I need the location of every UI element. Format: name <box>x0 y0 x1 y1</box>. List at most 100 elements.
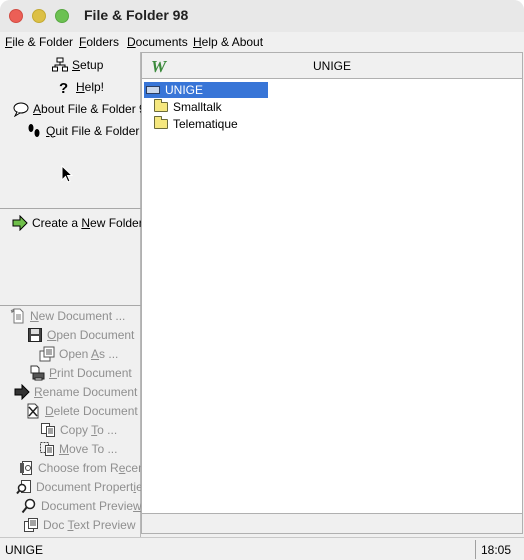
app-window: File & Folder 98 File & Folder Folders D… <box>0 0 524 560</box>
mnemonic: R <box>34 384 43 399</box>
mnemonic: S <box>72 57 81 72</box>
help-button[interactable]: ? Help! <box>56 77 104 96</box>
copy-document-icon <box>40 422 56 438</box>
arrow-right-icon <box>14 383 30 400</box>
pane-divider <box>0 208 141 209</box>
print-document-button[interactable]: Print Document <box>29 363 132 382</box>
question-mark-icon: ? <box>56 79 72 95</box>
status-bar: UNIGE 18:05 <box>0 537 524 560</box>
menu-mnemonic: D <box>127 35 136 49</box>
menu-help-about[interactable]: Help & About <box>193 35 263 49</box>
new-document-button[interactable]: New Document ... <box>10 306 125 325</box>
choose-recent-button[interactable]: Choose from Recent <box>18 458 148 477</box>
tree-node-folder[interactable]: Telematique <box>154 116 238 132</box>
close-window-button[interactable] <box>9 9 23 23</box>
label: Copy <box>60 422 92 437</box>
copy-to-button[interactable]: Copy To ... <box>40 420 117 439</box>
mnemonic: H <box>76 79 85 94</box>
tree-node-label: UNIGE <box>165 83 204 97</box>
label: etup <box>80 57 104 72</box>
rename-document-button[interactable]: Rename Document ... <box>14 382 151 401</box>
label: o ... <box>97 422 118 437</box>
label: Choose from R <box>38 460 119 475</box>
label: Create a <box>32 215 82 230</box>
document-preview-button[interactable]: Document Preview <box>21 496 142 515</box>
tree-node-folder[interactable]: Smalltalk <box>154 99 222 115</box>
label: bout File & Folder 98 <box>41 101 153 116</box>
label: pen Document <box>56 327 135 342</box>
mnemonic: N <box>81 215 91 230</box>
setup-button[interactable]: Setup <box>52 55 103 74</box>
footprints-icon <box>26 123 42 139</box>
tree-node-label: Telematique <box>173 117 238 131</box>
magnifier-icon <box>21 498 37 514</box>
folder-icon <box>154 116 168 129</box>
label: rint Document <box>57 365 132 380</box>
document-properties-button[interactable]: Document Properties <box>16 477 149 496</box>
delete-document-button[interactable]: Delete Document <box>25 401 138 420</box>
quit-button[interactable]: Quit File & Folder <box>26 121 139 140</box>
menu-label: ile & Folder <box>12 35 74 49</box>
svg-text:?: ? <box>59 80 68 95</box>
move-to-button[interactable]: Move To ... <box>39 439 117 458</box>
printer-icon <box>29 365 45 381</box>
status-separator <box>475 540 476 559</box>
current-folder-title: UNIGE <box>312 59 351 73</box>
label: uit File & Folder <box>55 123 140 138</box>
menu-file-folder[interactable]: File & Folder <box>5 35 73 49</box>
menu-label: olders <box>86 35 120 49</box>
menu-label: ocuments <box>135 35 188 49</box>
folder-tree[interactable]: UNIGE Smalltalk Telematique <box>141 79 523 513</box>
status-clock: 18:05 <box>481 543 512 557</box>
new-document-icon <box>10 308 26 324</box>
minimize-window-button[interactable] <box>32 9 46 23</box>
doc-text-preview-button[interactable]: Doc Text Preview <box>23 515 136 534</box>
menu-bar: File & Folder Folders Documents Help & A… <box>0 32 524 52</box>
menu-folders[interactable]: Folders <box>79 35 119 49</box>
zoom-window-button[interactable] <box>55 9 69 23</box>
label: Document Previe <box>41 498 134 513</box>
horizontal-scrollbar[interactable] <box>141 513 523 534</box>
drive-icon <box>146 86 160 94</box>
text-preview-icon <box>23 517 39 533</box>
label: Doc <box>43 517 68 532</box>
mnemonic: A <box>33 101 42 116</box>
floppy-disk-icon <box>27 327 43 343</box>
about-button[interactable]: About File & Folder 98 <box>13 99 152 118</box>
title-bar: File & Folder 98 <box>0 0 524 32</box>
mouse-pointer-icon <box>61 165 73 183</box>
move-document-icon <box>39 441 55 457</box>
mnemonic: N <box>30 308 39 323</box>
menu-label: elp & About <box>201 35 264 49</box>
label: ew Document ... <box>38 308 126 323</box>
mnemonic: O <box>47 327 57 342</box>
folder-icon <box>154 99 168 112</box>
menu-documents[interactable]: Documents <box>127 35 188 49</box>
mnemonic: D <box>45 403 54 418</box>
tree-node-root[interactable]: UNIGE <box>144 82 268 98</box>
mnemonic: M <box>59 441 69 456</box>
menu-mnemonic: H <box>193 35 202 49</box>
label: ove To ... <box>69 441 118 456</box>
mnemonic: A <box>91 346 100 361</box>
label: ename Document ... <box>42 384 151 399</box>
delete-document-icon <box>25 403 41 419</box>
recent-documents-icon <box>18 460 34 476</box>
create-folder-button[interactable]: Create a New Folder ... <box>12 213 156 232</box>
label: ext Preview <box>73 517 136 532</box>
network-icon <box>52 57 68 73</box>
label: s ... <box>99 346 119 361</box>
window-title: File & Folder 98 <box>84 7 189 23</box>
magnifier-document-icon <box>16 479 32 495</box>
left-command-pane: Setup ? Help! About File & Folder 98 Qui… <box>0 52 156 537</box>
label: elete Document <box>53 403 138 418</box>
status-path: UNIGE <box>5 543 44 557</box>
mnemonic: P <box>49 365 58 380</box>
open-as-button[interactable]: Open As ... <box>39 344 118 363</box>
label: Open <box>59 346 92 361</box>
stacked-documents-icon <box>39 346 55 362</box>
arrow-right-icon <box>12 214 28 231</box>
label: Document Propert <box>36 479 134 494</box>
open-document-button[interactable]: Open Document <box>27 325 134 344</box>
label: elp! <box>84 79 105 94</box>
